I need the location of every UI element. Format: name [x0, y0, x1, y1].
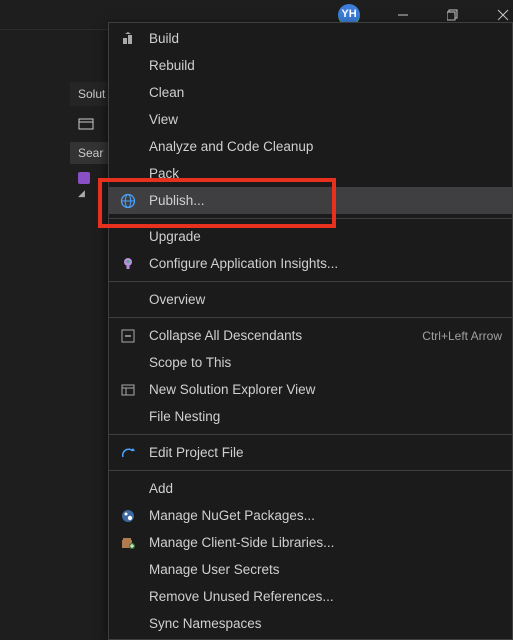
menu-item-label: Manage User Secrets	[149, 562, 502, 577]
menu-item[interactable]: Edit Project File	[109, 439, 512, 466]
menu-separator	[109, 281, 512, 282]
blank-icon	[119, 291, 137, 309]
collapse-icon	[119, 327, 137, 345]
menu-item[interactable]: View	[109, 106, 512, 133]
menu-item[interactable]: Clean	[109, 79, 512, 106]
solution-icon	[78, 172, 90, 184]
menu-separator	[109, 317, 512, 318]
menu-item-label: Scope to This	[149, 355, 502, 370]
menu-item[interactable]: File Nesting	[109, 403, 512, 430]
menu-item-label: Upgrade	[149, 229, 502, 244]
menu-item[interactable]: + Configure Application Insights...	[109, 250, 512, 277]
nuget-icon	[119, 507, 137, 525]
menu-item[interactable]: Publish...	[109, 187, 512, 214]
blank-icon	[119, 57, 137, 75]
blank-icon	[119, 588, 137, 606]
menu-item-label: View	[149, 112, 502, 127]
menu-item-label: Sync Namespaces	[149, 616, 502, 631]
menu-item[interactable]: Sync Namespaces	[109, 610, 512, 637]
newview-icon	[119, 381, 137, 399]
blank-icon	[119, 228, 137, 246]
menu-item[interactable]: Manage Client-Side Libraries...	[109, 529, 512, 556]
menu-item[interactable]: Add	[109, 475, 512, 502]
edit-icon	[119, 444, 137, 462]
clientlib-icon	[119, 534, 137, 552]
menu-item[interactable]: Overview	[109, 286, 512, 313]
menu-item-label: Analyze and Code Cleanup	[149, 139, 502, 154]
menu-item-label: Clean	[149, 85, 502, 100]
insights-icon: +	[119, 255, 137, 273]
menu-item-label: Rebuild	[149, 58, 502, 73]
blank-icon	[119, 165, 137, 183]
menu-separator	[109, 218, 512, 219]
publish-icon	[119, 192, 137, 210]
menu-item-label: Add	[149, 481, 502, 496]
menu-item[interactable]: Collapse All DescendantsCtrl+Left Arrow	[109, 322, 512, 349]
menu-item[interactable]: Scope to This	[109, 349, 512, 376]
chevron-down-icon: ◢	[78, 188, 85, 199]
menu-item-label: Configure Application Insights...	[149, 256, 502, 271]
menu-item[interactable]: Manage NuGet Packages...	[109, 502, 512, 529]
blank-icon	[119, 354, 137, 372]
blank-icon	[119, 561, 137, 579]
build-icon	[119, 30, 137, 48]
menu-item[interactable]: Analyze and Code Cleanup	[109, 133, 512, 160]
menu-item-label: Collapse All Descendants	[149, 328, 422, 343]
menu-item[interactable]: Pack	[109, 160, 512, 187]
menu-item-label: Build	[149, 31, 502, 46]
menu-item-label: File Nesting	[149, 409, 502, 424]
menu-item-label: Pack	[149, 166, 502, 181]
menu-item[interactable]: Rebuild	[109, 52, 512, 79]
menu-item-label: Manage NuGet Packages...	[149, 508, 502, 523]
menu-item-label: New Solution Explorer View	[149, 382, 502, 397]
menu-item[interactable]: Upgrade	[109, 223, 512, 250]
menu-item[interactable]: New Solution Explorer View	[109, 376, 512, 403]
menu-item[interactable]: Build	[109, 25, 512, 52]
menu-item[interactable]: Manage User Secrets	[109, 556, 512, 583]
menu-item-label: Manage Client-Side Libraries...	[149, 535, 502, 550]
blank-icon	[119, 138, 137, 156]
svg-text:+: +	[126, 259, 130, 266]
menu-item-label: Remove Unused References...	[149, 589, 502, 604]
blank-icon	[119, 111, 137, 129]
menu-item[interactable]: Remove Unused References...	[109, 583, 512, 610]
menu-separator	[109, 434, 512, 435]
blank-icon	[119, 408, 137, 426]
blank-icon	[119, 615, 137, 633]
blank-icon	[119, 480, 137, 498]
menu-separator	[109, 470, 512, 471]
blank-icon	[119, 84, 137, 102]
menu-item-label: Edit Project File	[149, 445, 502, 460]
menu-item-label: Publish...	[149, 193, 502, 208]
context-menu: Build Rebuild Clean View Analyze and Code Cl…	[108, 22, 513, 640]
menu-item-shortcut: Ctrl+Left Arrow	[422, 329, 502, 343]
menu-item-label: Overview	[149, 292, 502, 307]
